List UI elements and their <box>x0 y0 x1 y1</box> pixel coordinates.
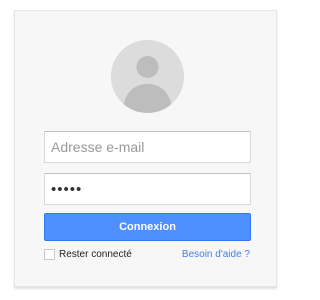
remember-checkbox[interactable] <box>44 249 55 260</box>
password-input[interactable] <box>44 173 251 205</box>
user-avatar-icon <box>111 40 184 113</box>
help-link[interactable]: Besoin d'aide ? <box>182 249 250 260</box>
email-input[interactable] <box>44 131 251 163</box>
remember-me[interactable]: Rester connecté <box>44 249 132 260</box>
connexion-button[interactable]: Connexion <box>44 213 251 241</box>
login-card: Connexion Rester connecté Besoin d'aide … <box>14 10 277 287</box>
remember-label: Rester connecté <box>59 249 132 260</box>
user-silhouette-icon <box>111 40 184 113</box>
